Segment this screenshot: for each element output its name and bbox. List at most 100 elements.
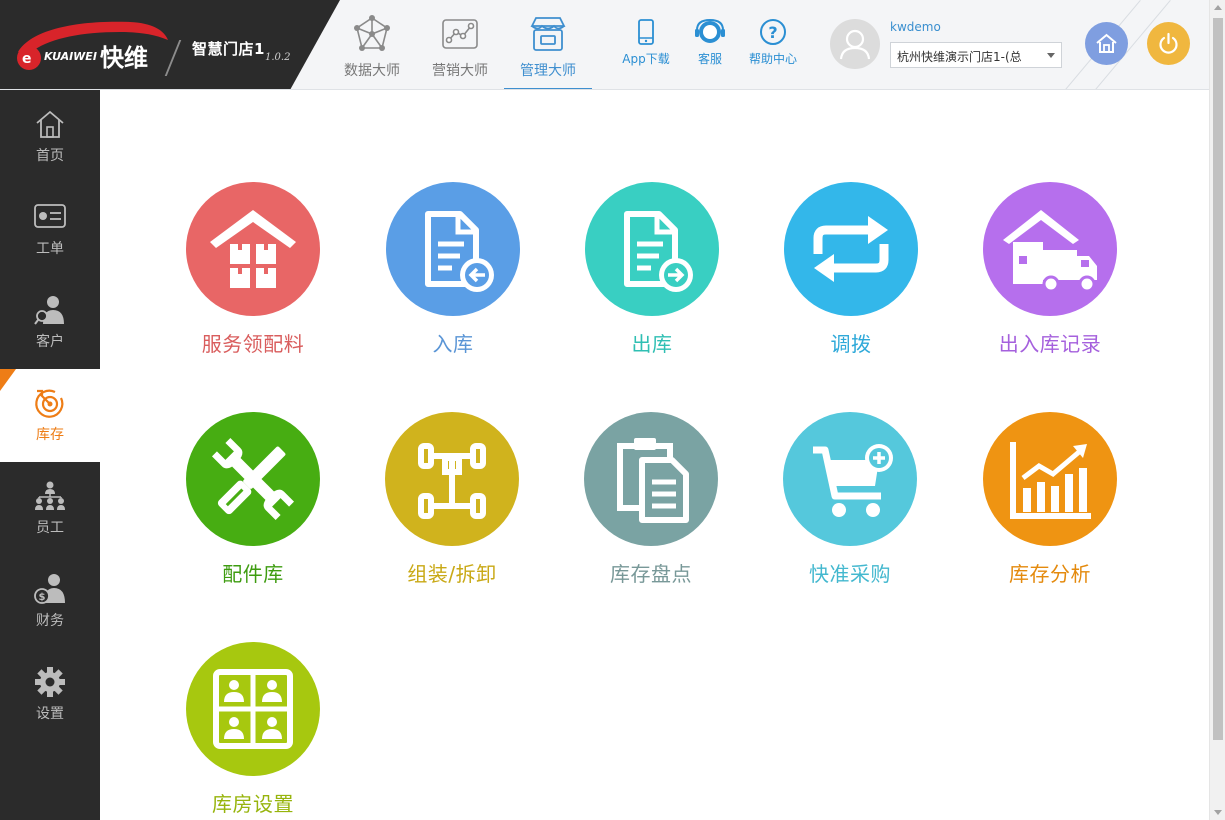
top-header: e KUAIWEI 快维 智慧门店1 1.0.2 数据大师 营销大师 管理大师 … — [0, 0, 1209, 90]
sidebar-item-inventory[interactable]: 库存 — [0, 369, 100, 462]
home-button[interactable] — [1085, 22, 1128, 65]
vertical-scrollbar[interactable] — [1209, 0, 1225, 820]
sidebar-item-finance[interactable]: $ 财务 — [0, 555, 100, 648]
warehouse-icon — [210, 210, 296, 288]
module-label: 出入库记录 — [998, 332, 1102, 356]
home-icon — [1096, 33, 1117, 53]
module-warehouse-settings[interactable]: 库房设置 — [168, 642, 338, 820]
store-select[interactable]: 杭州快维演示门店1-(总 — [890, 42, 1062, 68]
svg-text:?: ? — [768, 23, 777, 42]
module-icon-circle — [385, 412, 519, 546]
module-icon-circle — [983, 182, 1117, 316]
module-parts-warehouse[interactable]: 配件库 — [168, 412, 338, 592]
doc-out-icon — [624, 211, 693, 292]
module-label: 调拨 — [830, 332, 872, 356]
tab-data-master[interactable]: 数据大师 — [328, 0, 416, 89]
customer-icon — [34, 296, 64, 325]
sidebar: 首页 工单 客户 库存 员工 $ 财务 设置 — [0, 90, 100, 820]
scroll-down-icon[interactable] — [1214, 810, 1222, 815]
storefront-icon — [530, 17, 566, 51]
customer-service-button[interactable]: 客服 — [678, 18, 742, 67]
module-icon-circle — [585, 182, 719, 316]
module-label: 库存分析 — [1009, 562, 1091, 586]
transfer-icon — [813, 216, 889, 282]
clipboard-icon — [617, 438, 689, 523]
help-center-button[interactable]: ? 帮助中心 — [741, 18, 805, 67]
tab-management-master[interactable]: 管理大师 — [504, 0, 592, 89]
work-order-icon — [34, 204, 66, 228]
sidebar-item-work-order[interactable]: 工单 — [0, 183, 100, 276]
module-stocktaking[interactable]: 库存盘点 — [566, 412, 736, 592]
staff-grid-icon — [213, 669, 293, 749]
chassis-icon — [418, 443, 486, 519]
module-stock-out[interactable]: 出库 — [567, 182, 737, 362]
module-label: 组装/拆卸 — [407, 562, 497, 586]
active-marker — [0, 369, 16, 391]
app-window: e KUAIWEI 快维 智慧门店1 1.0.2 数据大师 营销大师 管理大师 … — [0, 0, 1225, 820]
tools-icon — [211, 437, 295, 521]
app-title: 智慧门店1 — [192, 40, 265, 58]
sidebar-item-label: 设置 — [36, 706, 64, 722]
module-transfer[interactable]: 调拨 — [766, 182, 936, 362]
util-label: App下载 — [622, 52, 670, 66]
chevron-down-icon — [1047, 53, 1055, 58]
svg-text:$: $ — [39, 592, 46, 603]
module-service-materials[interactable]: 服务领配料 — [168, 182, 338, 362]
power-icon — [1159, 32, 1178, 54]
app-download-button[interactable]: App下载 — [614, 18, 678, 67]
module-icon-circle — [783, 412, 917, 546]
module-label: 出库 — [631, 332, 673, 356]
module-icon-circle — [584, 412, 718, 546]
module-stock-in[interactable]: 入库 — [368, 182, 538, 362]
inventory-target-icon — [35, 389, 64, 418]
tab-label: 营销大师 — [432, 63, 488, 79]
sidebar-item-customer[interactable]: 客户 — [0, 276, 100, 369]
tab-marketing-master[interactable]: 营销大师 — [416, 0, 504, 89]
module-label: 配件库 — [222, 562, 284, 586]
app-version: 1.0.2 — [264, 52, 291, 63]
user-icon — [839, 29, 871, 60]
svg-text:快维: 快维 — [100, 44, 148, 72]
module-assembly[interactable]: 组装/拆卸 — [367, 412, 537, 592]
svg-text:e: e — [22, 51, 32, 67]
sidebar-item-label: 工单 — [36, 241, 64, 257]
module-label: 库存盘点 — [610, 562, 692, 586]
module-stock-records[interactable]: 出入库记录 — [965, 182, 1135, 362]
sidebar-item-settings[interactable]: 设置 — [0, 648, 100, 741]
module-icon-circle — [983, 412, 1117, 546]
sidebar-item-label: 首页 — [36, 148, 64, 164]
module-label: 库房设置 — [212, 792, 294, 816]
tab-label: 管理大师 — [520, 63, 576, 79]
module-icon-circle — [186, 412, 320, 546]
sidebar-item-staff[interactable]: 员工 — [0, 462, 100, 555]
module-icon-circle — [386, 182, 520, 316]
module-label: 服务领配料 — [201, 332, 305, 356]
phone-icon — [638, 19, 654, 45]
module-icon-circle — [784, 182, 918, 316]
logout-button[interactable] — [1147, 22, 1190, 65]
brand-area: e KUAIWEI 快维 智慧门店1 1.0.2 — [0, 0, 340, 89]
sidebar-item-home[interactable]: 首页 — [0, 90, 100, 183]
module-icon-circle — [186, 642, 320, 776]
module-inventory-analysis[interactable]: 库存分析 — [965, 412, 1135, 592]
chart-line-icon — [442, 19, 478, 49]
username: kwdemo — [890, 20, 941, 34]
finance-icon: $ — [34, 574, 65, 604]
delivery-truck-icon — [1003, 210, 1097, 293]
kuaiwei-logo: e KUAIWEI 快维 — [17, 21, 168, 72]
tab-label: 数据大师 — [344, 63, 400, 79]
bar-chart-icon — [1010, 442, 1091, 519]
sidebar-item-label: 客户 — [36, 334, 64, 350]
svg-text:KUAIWEI: KUAIWEI — [44, 50, 97, 63]
sidebar-item-label: 员工 — [36, 520, 64, 536]
sidebar-item-label: 库存 — [36, 427, 64, 443]
org-chart-icon — [35, 481, 65, 510]
doc-in-icon — [425, 211, 494, 292]
sidebar-item-label: 财务 — [36, 613, 64, 629]
module-purchasing[interactable]: 快准采购 — [765, 412, 935, 592]
scroll-up-icon[interactable] — [1214, 5, 1222, 10]
avatar[interactable] — [830, 19, 880, 69]
module-label: 入库 — [432, 332, 474, 356]
headset-icon — [695, 18, 725, 43]
scrollbar-thumb[interactable] — [1213, 18, 1223, 740]
